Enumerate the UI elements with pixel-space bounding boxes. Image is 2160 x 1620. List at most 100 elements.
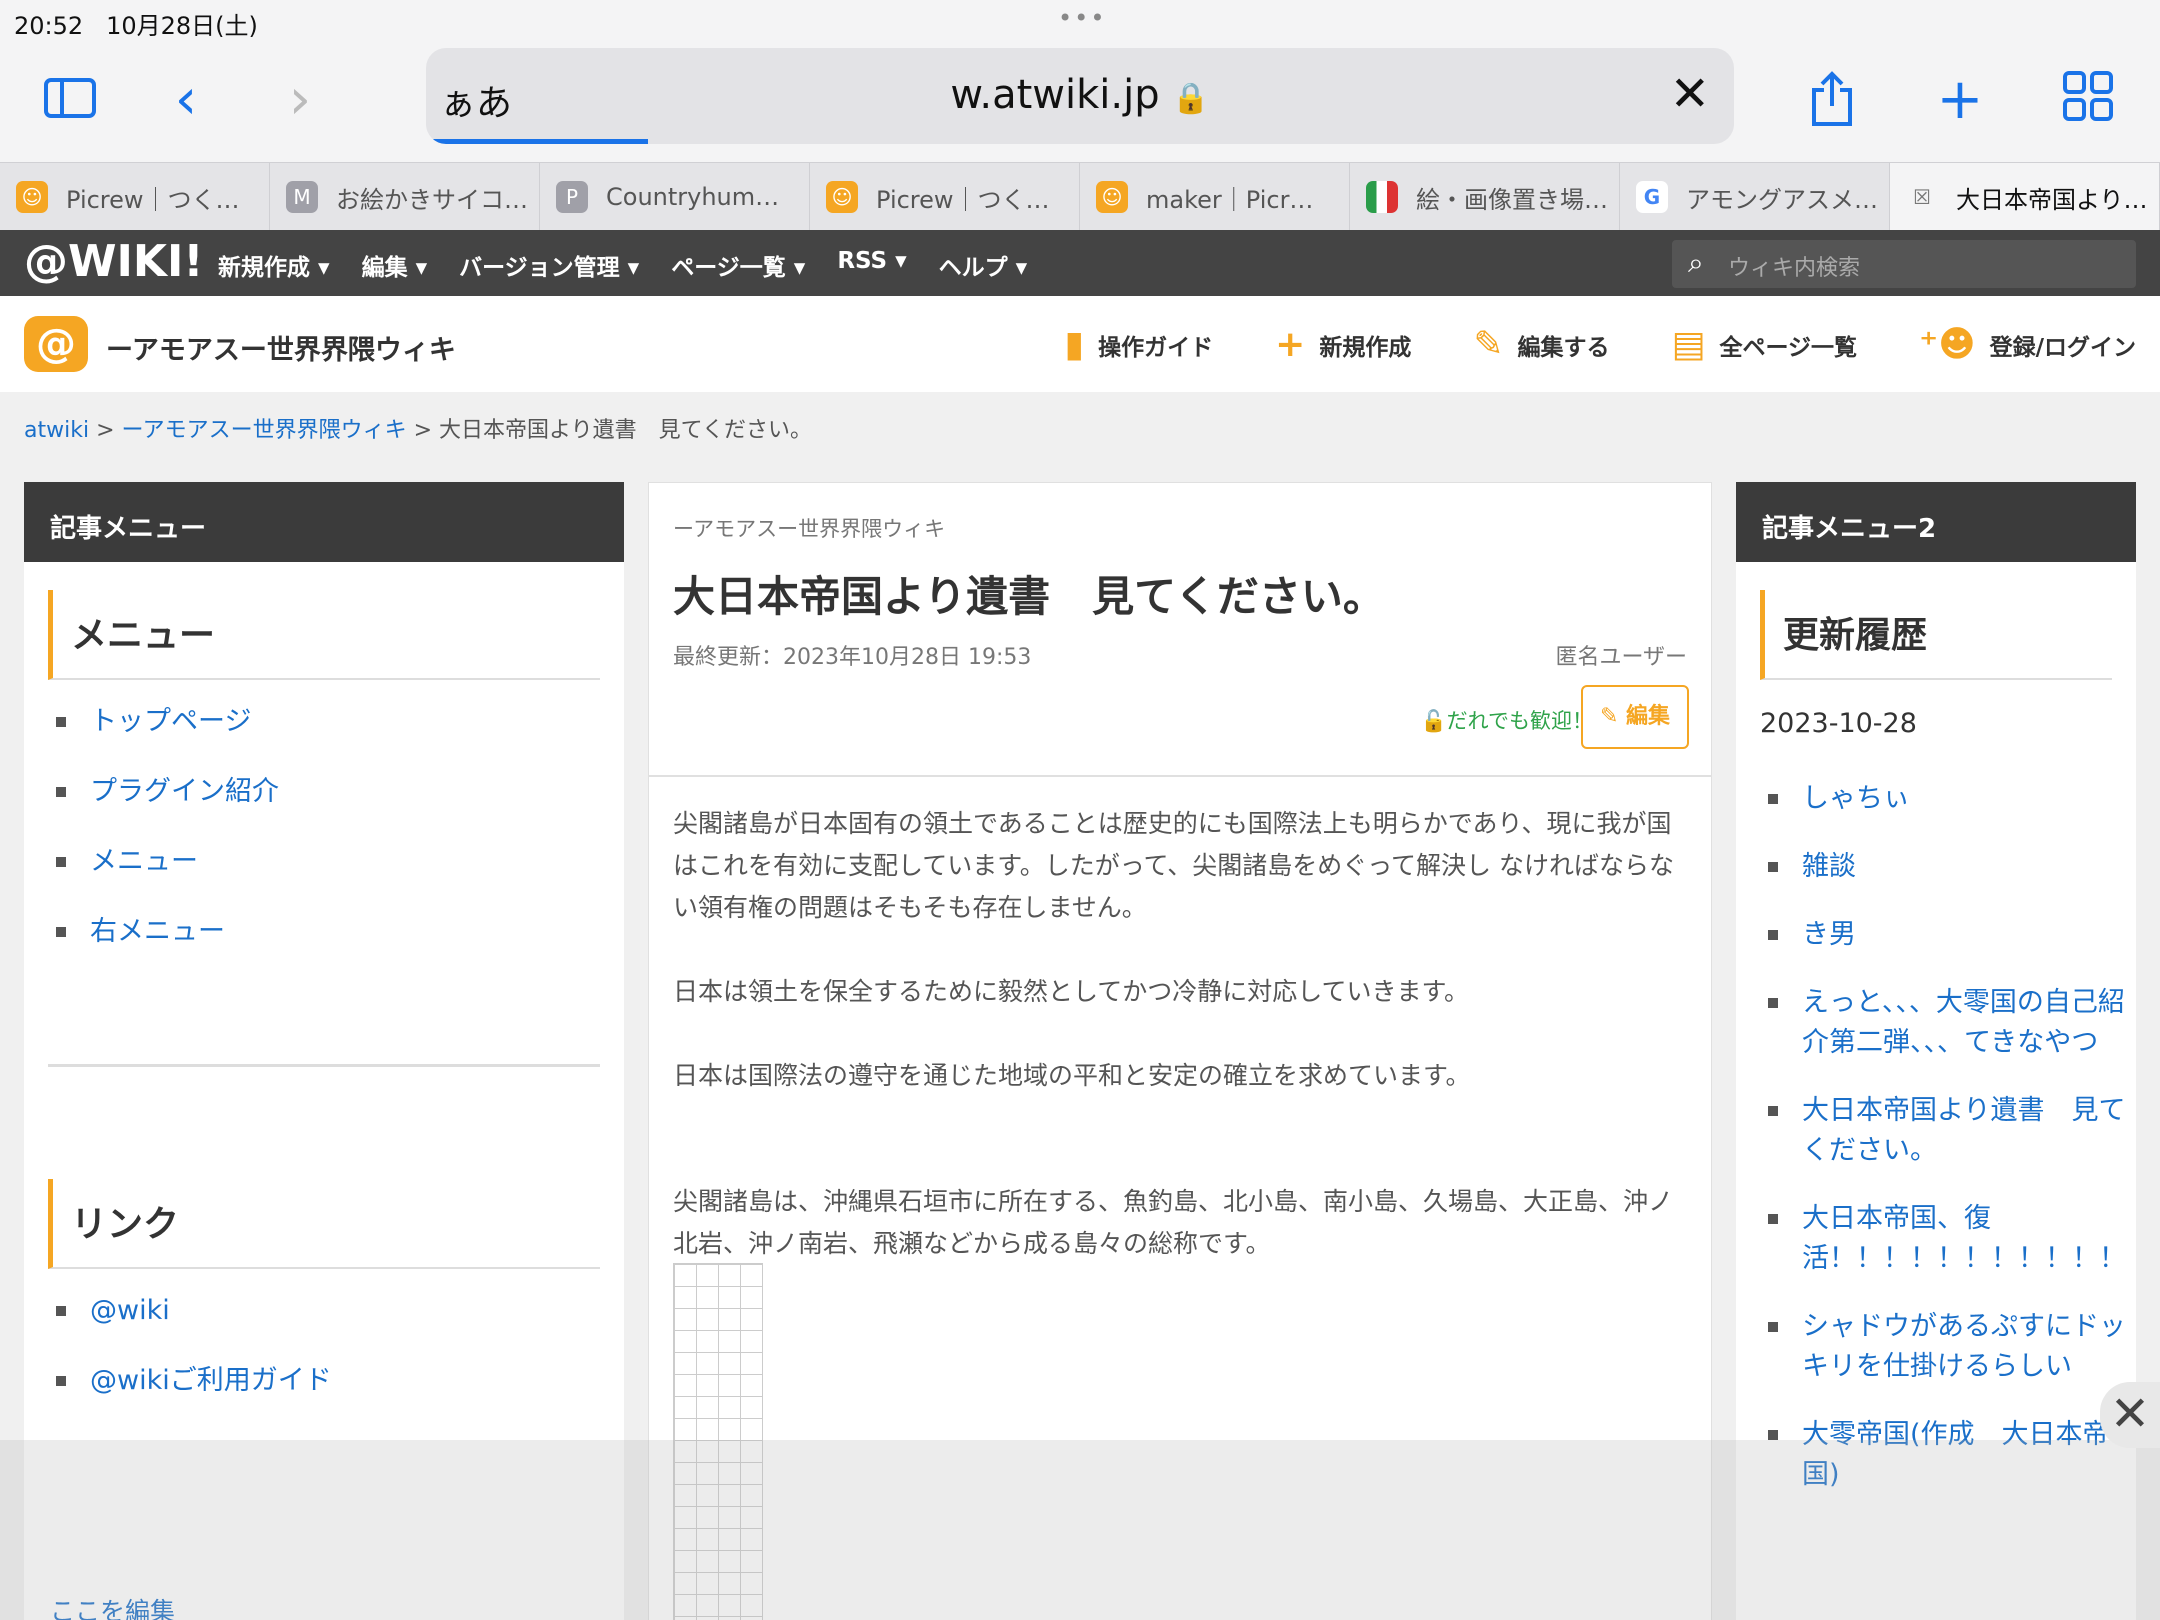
add-user-icon: ⁺☻ <box>1919 324 1976 365</box>
sidebar-icon[interactable] <box>40 70 100 130</box>
page-title: 大日本帝国より遺書 見てください。 <box>673 572 1385 621</box>
open-edit-badge: 🔓だれでも歓迎！ <box>1420 709 1593 733</box>
tab-6[interactable]: 絵・画像置き場… <box>1350 163 1620 231</box>
nav-pages[interactable]: ページ一覧 ▾ <box>671 248 805 282</box>
history-item[interactable]: 大日本帝国、復活！！！！！！！！！！！ <box>1766 1199 2136 1279</box>
tab-2[interactable]: M お絵かきサイコ… <box>270 163 540 231</box>
nav-new[interactable]: 新規作成 ▾ <box>218 248 330 282</box>
nav-rss[interactable]: RSS ▾ <box>837 248 906 282</box>
site-logo-icon[interactable]: @ <box>24 316 88 372</box>
left-panel-title: 記事メニュー <box>24 482 624 562</box>
url-text[interactable]: w.atwiki.jp 🔒 <box>426 72 1734 118</box>
new-tab-icon[interactable]: + <box>1930 70 1990 130</box>
nav-edit[interactable]: 編集 ▾ <box>362 248 428 282</box>
login-button[interactable]: ⁺☻ 登録/ログイン <box>1919 324 2136 365</box>
history-item[interactable]: 大日本帝国より遺書 見てください。 <box>1766 1091 2136 1171</box>
breadcrumb-wiki[interactable]: ーアモアスー世界界隈ウィキ <box>122 418 407 443</box>
history-item[interactable]: き男 <box>1766 915 2136 955</box>
picrew-icon: ☺ <box>1096 181 1128 213</box>
m-icon: M <box>286 181 318 213</box>
close-overlay-icon[interactable]: ✕ <box>2100 1382 2160 1448</box>
history-item[interactable]: シャドウがあるぷすにドッキリを仕掛けるらしい <box>1766 1307 2136 1387</box>
link-list: @wiki @wikiご利用ガイド <box>54 1291 624 1401</box>
menu-link-plugins[interactable]: プラグイン紹介 <box>54 772 624 812</box>
ad-overlay <box>0 1440 2160 1620</box>
tab-active[interactable]: ☒ 大日本帝国より… <box>1890 163 2160 231</box>
nav-version[interactable]: バージョン管理 ▾ <box>459 248 639 282</box>
italy-flag-icon <box>1366 181 1398 213</box>
history-heading: 更新履歴 <box>1760 590 2112 680</box>
menu-link-menu[interactable]: メニュー <box>54 842 624 882</box>
history-date: 2023-10-28 <box>1760 708 1917 739</box>
link-atwiki[interactable]: @wiki <box>54 1291 624 1331</box>
menu-link-top[interactable]: トップページ <box>54 702 624 742</box>
menu-heading: メニュー <box>48 590 600 680</box>
divider <box>48 1064 600 1067</box>
article-body: 尖閣諸島が日本固有の領土であることは歴史的にも国際法上も明らかであり、現に我が国… <box>673 803 1689 1307</box>
wiki-search-input[interactable]: ⌕ ウィキ内検索 <box>1672 240 2136 288</box>
multitask-dots[interactable]: ••• <box>1058 4 1106 32</box>
tab-overview-icon[interactable] <box>2058 70 2118 130</box>
unlock-icon: 🔓 <box>1420 709 1447 733</box>
breadcrumb-current: 大日本帝国より遺書 見てください。 <box>439 418 812 443</box>
edit-button[interactable]: ✎ 編集 <box>1581 685 1689 749</box>
tab-bar: ☺ Picrew｜つく… M お絵かきサイコ… P Countryhum… ☺ Picr… <box>0 162 2160 231</box>
document-icon: ▤ <box>1671 324 1706 365</box>
link-atwiki-guide[interactable]: @wikiご利用ガイド <box>54 1361 624 1401</box>
picrew-icon: ☺ <box>16 181 48 213</box>
pencil-icon: ✎ <box>1599 704 1619 729</box>
menu-link-right-menu[interactable]: 右メニュー <box>54 912 624 952</box>
atwiki-navbar: @WIKI! 新規作成 ▾ 編集 ▾ バージョン管理 ▾ ページ一覧 ▾ RSS… <box>0 230 2160 296</box>
link-heading: リンク <box>48 1179 600 1269</box>
history-item[interactable]: えっと、、、大零国の自己紹介第二弾、、、てきなやつ <box>1766 983 2136 1063</box>
paragraph: 尖閣諸島は、沖縄県石垣市に所在する、魚釣島、北小島、南小島、久場島、大正島、沖ノ… <box>673 1187 1674 1258</box>
status-bar: 20:52 10月28日(土) ••• ✺ ᯤ ◎ 9% <box>0 0 2160 620</box>
right-panel-title: 記事メニュー2 <box>1736 482 2136 562</box>
breadcrumb-root[interactable]: atwiki <box>24 418 89 443</box>
edit-page-button[interactable]: ✎ 編集する <box>1473 324 1609 365</box>
stop-loading-icon[interactable]: ✕ <box>1670 66 1710 122</box>
share-icon[interactable] <box>1802 70 1862 130</box>
tab-4[interactable]: ☺ Picrew｜つく… <box>810 163 1080 231</box>
author: 匿名ユーザー <box>1555 645 1687 670</box>
divider <box>649 775 1711 777</box>
browser-toolbar: ‹ › ぁあ w.atwiki.jp 🔒 ✕ + <box>0 40 2160 162</box>
menu-list: トップページ プラグイン紹介 メニュー 右メニュー <box>54 702 624 952</box>
lock-icon: 🔒 <box>1172 81 1210 116</box>
atwiki-logo[interactable]: @WIKI! <box>24 236 203 287</box>
pencil-icon: ✎ <box>1473 324 1504 365</box>
all-pages-button[interactable]: ▤ 全ページ一覧 <box>1672 324 1858 365</box>
back-icon[interactable]: ‹ <box>156 70 216 130</box>
article-wiki-name[interactable]: ーアモアスー世界界隈ウィキ <box>673 513 945 543</box>
paragraph: 日本は国際法の遵守を通じた地域の平和と安定の確立を求めています。 <box>673 1061 1471 1090</box>
url-bar[interactable]: ぁあ w.atwiki.jp 🔒 ✕ <box>426 48 1734 144</box>
nav-help[interactable]: ヘルプ ▾ <box>939 248 1028 282</box>
site-actions: ▮ 操作ガイド + 新規作成 ✎ 編集する ▤ 全ページ一覧 ⁺☻ 登録/ログイン <box>1064 324 2136 365</box>
close-tab-icon[interactable]: ☒ <box>1906 181 1938 213</box>
tab-3[interactable]: P Countryhum… <box>540 163 810 231</box>
loading-progress <box>426 139 648 144</box>
picrew-icon: ☺ <box>826 181 858 213</box>
new-page-button[interactable]: + 新規作成 <box>1275 324 1411 365</box>
p-icon: P <box>556 181 588 213</box>
plus-icon: + <box>1275 324 1306 365</box>
wiki-nav-menu: 新規作成 ▾ 編集 ▾ バージョン管理 ▾ ページ一覧 ▾ RSS ▾ ヘルプ … <box>218 248 1027 282</box>
history-list: しゃちぃ 雑談 き男 えっと、、、大零国の自己紹介第二弾、、、てきなやつ 大日本… <box>1766 779 2136 1495</box>
site-title[interactable]: ーアモアスー世界界隈ウィキ <box>106 328 456 367</box>
tab-5[interactable]: ☺ maker｜Picr… <box>1080 163 1350 231</box>
tab-7[interactable]: G アモングアスメ… <box>1620 163 1890 231</box>
tab-1[interactable]: ☺ Picrew｜つく… <box>0 163 270 231</box>
google-icon: G <box>1636 181 1668 213</box>
guide-button[interactable]: ▮ 操作ガイド <box>1064 324 1213 365</box>
last-updated: 最終更新：2023年10月28日 19:53 <box>673 645 1032 670</box>
breadcrumb: atwiki > ーアモアスー世界界隈ウィキ > 大日本帝国より遺書 見てくださ… <box>24 418 812 443</box>
forward-icon[interactable]: › <box>270 70 330 130</box>
guide-icon: ▮ <box>1064 324 1085 365</box>
status-time: 20:52 10月28日(土) <box>14 12 258 40</box>
search-icon: ⌕ <box>1688 246 1704 279</box>
history-item[interactable]: 雑談 <box>1766 847 2136 887</box>
paragraph: 日本は領土を保全するために毅然としてかつ冷静に対応していきます。 <box>673 977 1470 1006</box>
history-item[interactable]: しゃちぃ <box>1766 779 2136 819</box>
paragraph: 尖閣諸島が日本固有の領土であることは歴史的にも国際法上も明らかであり、現に我が国… <box>673 809 1674 922</box>
site-header: @ ーアモアスー世界界隈ウィキ ▮ 操作ガイド + 新規作成 ✎ 編集する ▤ 全ページ… <box>0 296 2160 392</box>
